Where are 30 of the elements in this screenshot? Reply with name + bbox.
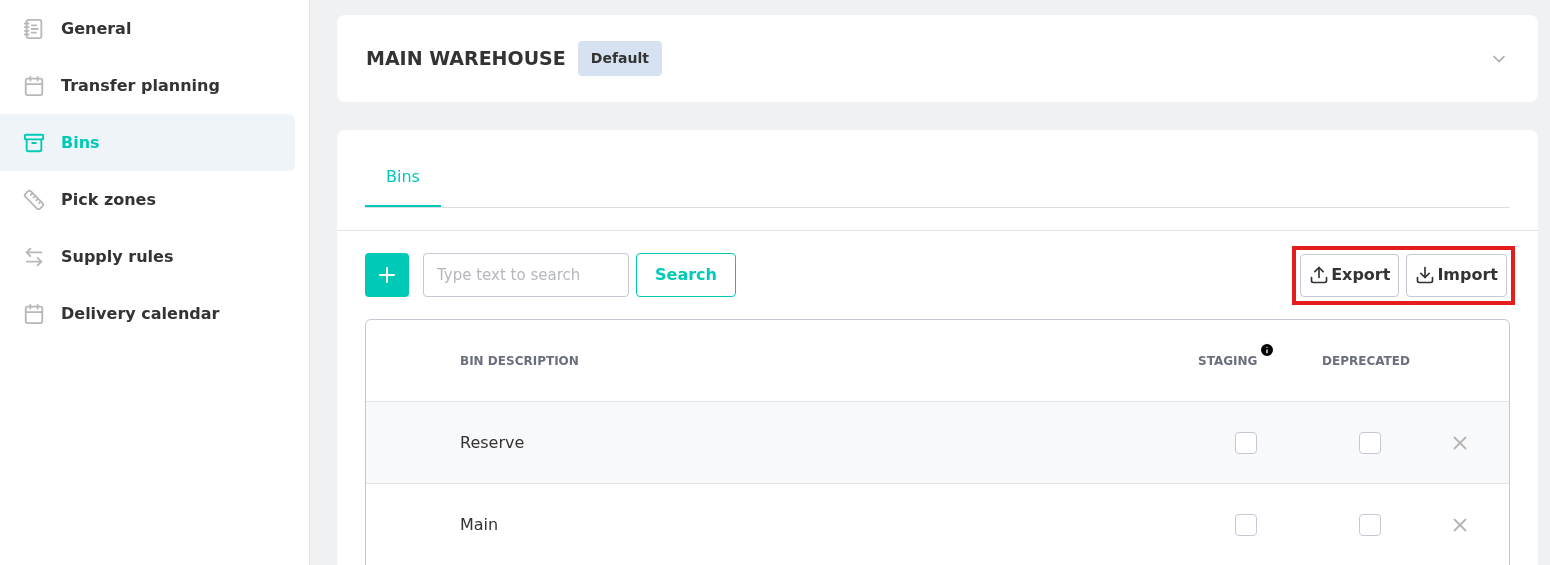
checkbox[interactable]: [1235, 513, 1257, 536]
warehouse-title: MAIN WAREHOUSE: [366, 46, 566, 72]
sidebar-item[interactable]: Pick zones: [0, 171, 295, 228]
sidebar-item[interactable]: General: [0, 0, 295, 57]
sidebar-item[interactable]: Supply rules: [0, 228, 295, 285]
checkbox[interactable]: [1359, 431, 1381, 454]
checkbox[interactable]: [1359, 513, 1381, 536]
calendar-icon: [23, 74, 45, 97]
column-header: BIN DESCRIPTION: [460, 352, 580, 370]
ruler-icon: [23, 188, 45, 211]
upload-icon: [1309, 265, 1330, 285]
search-field[interactable]: Type text to search: [423, 253, 629, 297]
archive-box-icon: [23, 131, 45, 154]
default-badge: Default: [577, 41, 662, 76]
swap-arrows-icon: [23, 245, 45, 268]
column-header: STAGING: [1198, 352, 1258, 370]
import-button[interactable]: Import: [1406, 253, 1507, 297]
bin-description: Main: [460, 513, 500, 536]
bin-description: Reserve: [460, 431, 526, 454]
notepad-icon: [23, 17, 45, 40]
info-icon: [1259, 341, 1276, 358]
download-icon: [1415, 265, 1436, 285]
add-button[interactable]: [365, 253, 409, 297]
sidebar-item[interactable]: Delivery calendar: [0, 285, 295, 342]
table-row[interactable]: Reserve: [366, 402, 1509, 484]
export-button[interactable]: Export: [1300, 253, 1400, 297]
sidebar-item[interactable]: Transfer planning: [0, 57, 295, 114]
checkbox[interactable]: [1235, 431, 1257, 454]
calendar-icon: [23, 302, 45, 325]
column-header: DEPRECATED: [1322, 352, 1410, 370]
